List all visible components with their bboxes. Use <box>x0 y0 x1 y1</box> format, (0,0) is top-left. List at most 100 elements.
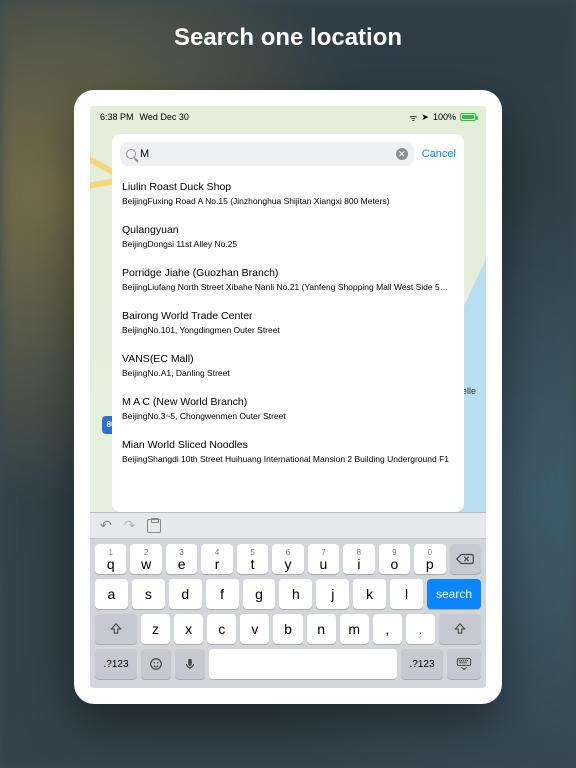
key-label: y <box>284 557 291 571</box>
key-,[interactable]: , <box>373 614 402 644</box>
key-b[interactable]: b <box>273 614 302 644</box>
hide-keyboard-icon <box>456 657 472 671</box>
key-a[interactable]: a <box>95 579 128 609</box>
key-p[interactable]: 0p <box>414 544 445 574</box>
key-q[interactable]: 1q <box>95 544 126 574</box>
key-label: z <box>152 622 159 636</box>
clear-search-button[interactable]: ✕ <box>396 148 408 160</box>
search-result[interactable]: Liulin Roast Duck Shop BeijingFuxing Road… <box>122 174 454 211</box>
emoji-key[interactable] <box>141 649 171 679</box>
key-o[interactable]: 9o <box>379 544 410 574</box>
search-results-list[interactable]: Liulin Roast Duck Shop BeijingFuxing Road… <box>112 174 464 512</box>
keyboard-row-1: 1q2w3e4r5t6y7u8i9o0p <box>95 544 481 574</box>
backspace-icon <box>456 553 474 565</box>
key-label: k <box>366 587 373 601</box>
keyboard-row-2: a s d f g h j k lsearch <box>95 579 481 609</box>
key-label: . <box>418 622 422 636</box>
key-m[interactable]: m <box>340 614 369 644</box>
key-n[interactable]: n <box>307 614 336 644</box>
wifi-icon: ᯤ <box>409 111 417 124</box>
clipboard-icon[interactable] <box>147 519 161 533</box>
key-c[interactable]: c <box>207 614 236 644</box>
search-field[interactable]: ✕ <box>120 142 414 166</box>
key-s[interactable]: s <box>132 579 165 609</box>
key-j[interactable]: j <box>316 579 349 609</box>
search-row: ✕ Cancel <box>112 134 464 174</box>
key-label: q <box>107 557 115 571</box>
key-g[interactable]: g <box>243 579 276 609</box>
search-result[interactable]: VANS(EC Mall)BeijingNo.A1, Danling Stree… <box>122 346 454 383</box>
search-input[interactable] <box>140 148 392 160</box>
key-v[interactable]: v <box>240 614 269 644</box>
key-.[interactable]: . <box>406 614 435 644</box>
key-u[interactable]: 7u <box>308 544 339 574</box>
search-result-title: VANS(EC Mall) <box>122 353 454 365</box>
key-z[interactable]: z <box>141 614 170 644</box>
key-label: o <box>390 557 398 571</box>
search-key[interactable]: search <box>427 579 481 609</box>
key-e[interactable]: 3e <box>166 544 197 574</box>
key-i[interactable]: 8i <box>343 544 374 574</box>
mode-key-right[interactable]: .?123 <box>401 649 443 679</box>
key-d[interactable]: d <box>169 579 202 609</box>
status-bar: 6:38 PM Wed Dec 30 ᯤ ➤ 100% <box>90 110 486 124</box>
key-label: w <box>141 557 151 571</box>
shift-icon <box>109 622 123 636</box>
search-result-subtitle: BeijingDongsi 11st Alley No.25 <box>122 239 454 249</box>
key-label: d <box>181 587 189 601</box>
search-result-subtitle: BeijingShangdi 10th Street Huihuang Inte… <box>122 454 454 464</box>
key-k[interactable]: k <box>353 579 386 609</box>
search-result-title: Qulangyuan <box>122 224 454 236</box>
device-screen: 80 Rochelle 6:38 PM Wed Dec 30 ᯤ ➤ 100% … <box>90 106 486 688</box>
search-icon <box>126 149 136 159</box>
mode-key[interactable]: .?123 <box>95 649 137 679</box>
search-result-title: M A C (New World Branch) <box>122 396 454 408</box>
search-result-subtitle: BeijingNo.101, Yongdingmen Outer Street <box>122 325 454 335</box>
search-result[interactable]: Porridge Jiahe (Guozhan Branch) BeijingLi… <box>122 260 454 297</box>
location-icon: ➤ <box>421 112 429 123</box>
key-y[interactable]: 6y <box>272 544 303 574</box>
page-title: Search one location <box>0 24 576 52</box>
mic-icon <box>182 657 198 671</box>
keyboard-row-4: .?123 .?123 <box>95 649 481 679</box>
key-x[interactable]: x <box>174 614 203 644</box>
key-label: a <box>108 587 116 601</box>
search-result[interactable]: M A C (New World Branch) BeijingNo.3~5, C… <box>122 389 454 426</box>
key-h[interactable]: h <box>279 579 312 609</box>
key-label: , <box>385 622 389 636</box>
search-result[interactable]: Mian World Sliced NoodlesBeijingShangdi … <box>122 432 454 469</box>
battery-icon <box>460 113 476 121</box>
key-r[interactable]: 4r <box>201 544 232 574</box>
search-result-subtitle: BeijingNo.3~5, Chongwenmen Outer Street <box>122 411 454 421</box>
search-result[interactable]: Qulangyuan BeijingDongsi 11st Alley No.25 <box>122 217 454 254</box>
device-frame: 80 Rochelle 6:38 PM Wed Dec 30 ᯤ ➤ 100% … <box>74 90 502 704</box>
shift-key[interactable] <box>439 614 481 644</box>
shift-key[interactable] <box>95 614 137 644</box>
key-w[interactable]: 2w <box>130 544 161 574</box>
keyboard-row-3: z x c vbnm,. <box>95 614 481 644</box>
redo-button[interactable]: ↷ <box>124 517 136 534</box>
key-label: c <box>218 622 225 636</box>
key-t[interactable]: 5t <box>237 544 268 574</box>
cancel-button[interactable]: Cancel <box>422 148 456 160</box>
backspace-key[interactable] <box>450 544 481 574</box>
space-key[interactable] <box>209 649 397 679</box>
key-label: f <box>220 587 224 601</box>
key-label: h <box>292 587 300 601</box>
key-label: u <box>320 557 328 571</box>
key-label: p <box>426 557 434 571</box>
key-f[interactable]: f <box>206 579 239 609</box>
search-panel: ✕ Cancel Liulin Roast Duck Shop BeijingFu… <box>112 134 464 512</box>
key-l[interactable]: l <box>390 579 423 609</box>
search-result-subtitle: BeijingLiufang North Street Xibahe Nanli… <box>122 282 454 292</box>
search-result-title: Bairong World Trade Center <box>122 310 454 322</box>
dictation-key[interactable] <box>175 649 205 679</box>
search-result-title: Liulin Roast Duck Shop <box>122 181 454 193</box>
undo-button[interactable]: ↶ <box>100 517 112 534</box>
key-label: j <box>331 587 334 601</box>
search-result[interactable]: Bairong World Trade Center BeijingNo.101,… <box>122 303 454 340</box>
key-label: r <box>215 557 220 571</box>
hide-keyboard-key[interactable] <box>447 649 481 679</box>
search-result-title: Porridge Jiahe (Guozhan Branch) <box>122 267 454 279</box>
search-result-subtitle: BeijingFuxing Road A No.15 (Jinzhonghua … <box>122 196 454 206</box>
